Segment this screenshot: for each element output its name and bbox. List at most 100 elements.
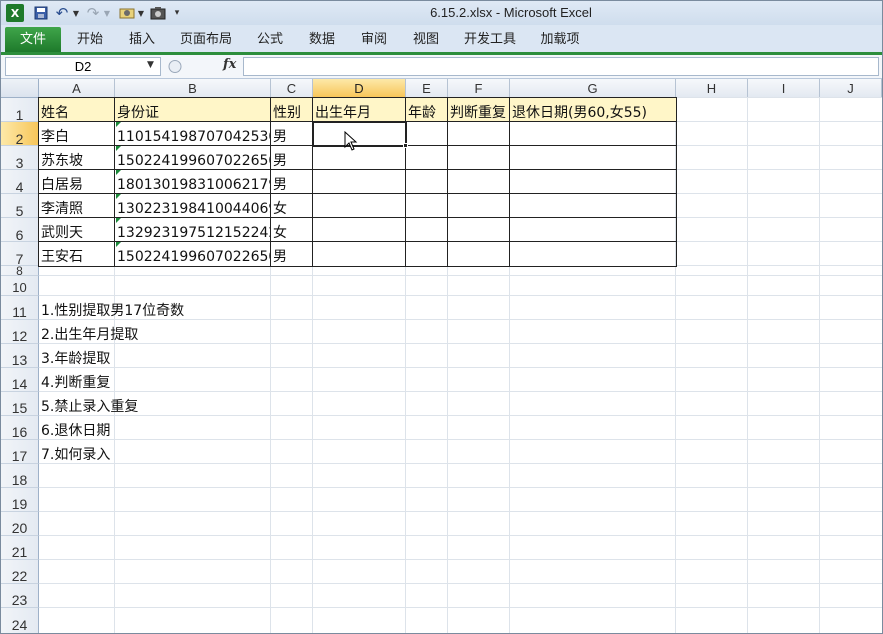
row-header-6[interactable]: 6 [1, 218, 39, 243]
cell-a2[interactable]: 李白 [39, 122, 115, 146]
table-rule [38, 193, 677, 194]
row-header-11[interactable]: 11 [1, 296, 39, 320]
cell-a5[interactable]: 李清照 [39, 194, 115, 218]
row-header-5[interactable]: 5 [1, 194, 39, 219]
row-header-24[interactable]: 24 [1, 608, 39, 633]
redo-icon[interactable]: ↷ [85, 4, 101, 22]
column-header-f[interactable]: F [448, 79, 510, 98]
tab-developer[interactable]: 开发工具 [457, 29, 523, 51]
customize-icon[interactable]: ▾ [171, 4, 183, 22]
tab-home[interactable]: 开始 [69, 29, 111, 51]
formula-input[interactable] [243, 57, 879, 76]
row-header-20[interactable]: 20 [1, 512, 39, 536]
note-6[interactable]: 6.退休日期 [41, 420, 110, 440]
note-7[interactable]: 7.如何录入 [41, 444, 110, 464]
row-header-17[interactable]: 17 [1, 440, 39, 464]
cell-c4[interactable]: 男 [271, 170, 313, 194]
cell-c1[interactable]: 性别 [271, 98, 313, 122]
fill-handle[interactable] [403, 143, 408, 148]
cell-b7[interactable]: 150224199607022650 [115, 242, 271, 266]
gridline [39, 463, 882, 464]
cell-f1[interactable]: 判断重复 [448, 98, 510, 122]
cell-a6[interactable]: 武则天 [39, 218, 115, 242]
row-header-4[interactable]: 4 [1, 170, 39, 195]
row-header-22[interactable]: 22 [1, 560, 39, 584]
column-header-e[interactable]: E [406, 79, 448, 98]
tab-file[interactable]: 文件 [5, 27, 61, 52]
row-header-1[interactable]: 1 [1, 98, 39, 123]
gridline [676, 217, 882, 218]
row-header-3[interactable]: 3 [1, 146, 39, 171]
row-header-10[interactable]: 10 [1, 276, 39, 296]
name-box-dropdown-icon[interactable]: ▼ [147, 60, 154, 70]
cell-b5[interactable]: 130223198410044069 [115, 194, 271, 218]
active-cell-d2[interactable] [312, 121, 407, 147]
column-header-g[interactable]: G [510, 79, 676, 98]
cell-b1[interactable]: 身份证 [115, 98, 271, 122]
cell-a4[interactable]: 白居易 [39, 170, 115, 194]
cell-c6[interactable]: 女 [271, 218, 313, 242]
tab-page-layout[interactable]: 页面布局 [173, 29, 239, 51]
cell-c5[interactable]: 女 [271, 194, 313, 218]
gridline [39, 391, 882, 392]
cell-b6[interactable]: 132923197512152242 [115, 218, 271, 242]
tab-review[interactable]: 审阅 [353, 29, 395, 51]
camera-icon[interactable] [149, 4, 167, 22]
undo-icon[interactable]: ↶ [54, 4, 70, 22]
row-header-21[interactable]: 21 [1, 536, 39, 560]
redo-dropdown-icon[interactable]: ▼ [102, 4, 112, 22]
note-4[interactable]: 4.判断重复 [41, 372, 110, 392]
row-header-23[interactable]: 23 [1, 584, 39, 608]
column-header-j[interactable]: J [820, 79, 882, 98]
tab-insert[interactable]: 插入 [121, 29, 163, 51]
note-2[interactable]: 2.出生年月提取 [41, 324, 138, 344]
column-header-c[interactable]: C [271, 79, 313, 98]
cell-a7[interactable]: 王安石 [39, 242, 115, 266]
undo-dropdown-icon[interactable]: ▼ [71, 4, 81, 22]
tab-formulas[interactable]: 公式 [249, 29, 291, 51]
row-header-7[interactable]: 7 [1, 242, 39, 267]
tab-addins[interactable]: 加载项 [533, 29, 587, 51]
row-header-14[interactable]: 14 [1, 368, 39, 392]
row-header-18[interactable]: 18 [1, 464, 39, 488]
worksheet-grid[interactable]: A B C D E F G H I J 1 2 3 4 5 6 7 8 10 1… [1, 79, 882, 633]
column-header-b[interactable]: B [115, 79, 271, 98]
cell-c7[interactable]: 男 [271, 242, 313, 266]
gridline [676, 97, 882, 98]
row-header-19[interactable]: 19 [1, 488, 39, 512]
cell-b2[interactable]: 110154198707042530 [115, 122, 271, 146]
note-5[interactable]: 5.禁止录入重复 [41, 396, 138, 416]
row-header-16[interactable]: 16 [1, 416, 39, 440]
macro-dropdown-icon[interactable]: ▼ [136, 4, 146, 22]
macro-icon[interactable] [118, 4, 136, 22]
tab-data[interactable]: 数据 [301, 29, 343, 51]
row-header-13[interactable]: 13 [1, 344, 39, 368]
tab-view[interactable]: 视图 [405, 29, 447, 51]
row-header-12[interactable]: 12 [1, 320, 39, 344]
row-header-2[interactable]: 2 [1, 122, 39, 147]
insert-function-icon[interactable]: fx [223, 57, 236, 72]
name-box[interactable]: D2 [5, 57, 161, 76]
cell-b4[interactable]: 180130198310062179 [115, 170, 271, 194]
select-all-corner[interactable] [1, 79, 39, 98]
excel-window: X ↶ ▼ ↷ ▼ ▼ ▾ 6.15.2.xlsx - Microsoft Ex… [0, 0, 883, 634]
cell-e1[interactable]: 年龄 [406, 98, 448, 122]
row-header-8[interactable]: 8 [1, 265, 39, 277]
column-header-h[interactable]: H [676, 79, 748, 98]
column-header-i[interactable]: I [748, 79, 820, 98]
expand-icon[interactable] [165, 57, 185, 76]
cell-c2[interactable]: 男 [271, 122, 313, 146]
column-header-a[interactable]: A [39, 79, 115, 98]
excel-logo-icon[interactable]: X [6, 4, 24, 22]
cell-c3[interactable]: 男 [271, 146, 313, 170]
row-header-15[interactable]: 15 [1, 392, 39, 416]
note-3[interactable]: 3.年龄提取 [41, 348, 110, 368]
cell-d1[interactable]: 出生年月 [313, 98, 406, 122]
note-1[interactable]: 1.性别提取男17位奇数 [41, 300, 184, 320]
cell-g1[interactable]: 退休日期(男60,女55) [510, 98, 676, 122]
cell-a1[interactable]: 姓名 [39, 98, 115, 122]
column-header-d[interactable]: D [313, 79, 406, 98]
cell-a3[interactable]: 苏东坡 [39, 146, 115, 170]
cell-b3[interactable]: 150224199607022650 [115, 146, 271, 170]
save-icon[interactable] [33, 4, 49, 22]
